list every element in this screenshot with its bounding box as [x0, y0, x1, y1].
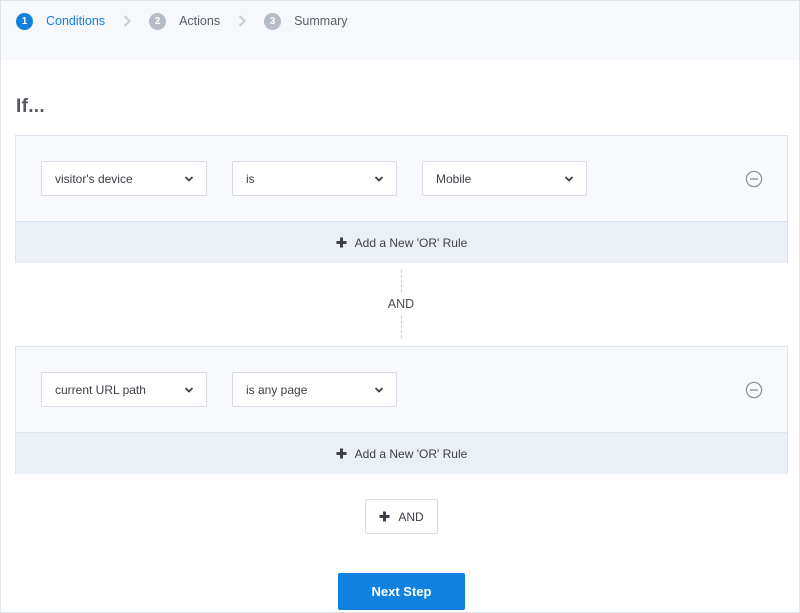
- add-or-label: Add a New 'OR' Rule: [354, 446, 468, 461]
- step-number: 2: [149, 12, 167, 30]
- step-label: Summary: [294, 14, 348, 28]
- chevron-right-icon: [114, 12, 140, 30]
- minus-circle-icon[interactable]: [745, 170, 763, 188]
- rule-value-select[interactable]: Mobile: [422, 161, 587, 196]
- plus-icon: [336, 448, 347, 459]
- minus-circle-icon[interactable]: [745, 381, 763, 399]
- select-value: Mobile: [436, 171, 472, 186]
- plus-icon: [336, 237, 347, 248]
- add-or-rule-button[interactable]: Add a New 'OR' Rule: [16, 221, 787, 263]
- and-connector: AND: [0, 270, 800, 338]
- step-conditions[interactable]: 1 Conditions: [16, 12, 105, 30]
- chevron-down-icon: [374, 176, 384, 182]
- step-number: 1: [16, 12, 33, 30]
- chevron-down-icon: [184, 387, 194, 393]
- stepper: 1 Conditions 2 Actions 3 Summary: [1, 1, 799, 60]
- select-value: visitor's device: [55, 171, 133, 186]
- add-and-label: AND: [398, 509, 424, 524]
- conditions-heading: If...: [16, 96, 45, 117]
- chevron-down-icon: [564, 176, 574, 182]
- chevron-right-icon: [229, 12, 255, 30]
- rule-operator-select[interactable]: is any page: [232, 372, 397, 407]
- rule-row: visitor's device is Mobile: [16, 136, 787, 221]
- add-or-rule-button[interactable]: Add a New 'OR' Rule: [16, 432, 787, 474]
- select-value: is: [246, 171, 255, 186]
- rule-group: current URL path is any page Add a New '…: [15, 346, 788, 474]
- plus-icon: [379, 511, 390, 522]
- step-summary[interactable]: 3 Summary: [264, 12, 348, 30]
- next-step-button[interactable]: Next Step: [338, 573, 465, 610]
- connector-line: [401, 270, 402, 292]
- chevron-down-icon: [374, 387, 384, 393]
- connector-line: [401, 316, 402, 338]
- rule-field-select[interactable]: visitor's device: [41, 161, 207, 196]
- and-label: AND: [387, 297, 415, 311]
- add-or-label: Add a New 'OR' Rule: [354, 235, 468, 250]
- select-value: current URL path: [55, 382, 146, 397]
- rule-row: current URL path is any page: [16, 347, 787, 432]
- step-number: 3: [264, 12, 282, 30]
- add-and-group-button[interactable]: AND: [365, 499, 438, 534]
- step-label: Actions: [179, 14, 221, 28]
- chevron-down-icon: [184, 176, 194, 182]
- rule-group: visitor's device is Mobile Add a New 'OR…: [15, 135, 788, 263]
- select-value: is any page: [246, 382, 308, 397]
- rule-field-select[interactable]: current URL path: [41, 372, 207, 407]
- step-actions[interactable]: 2 Actions: [149, 12, 220, 30]
- step-label: Conditions: [46, 14, 106, 28]
- rule-operator-select[interactable]: is: [232, 161, 397, 196]
